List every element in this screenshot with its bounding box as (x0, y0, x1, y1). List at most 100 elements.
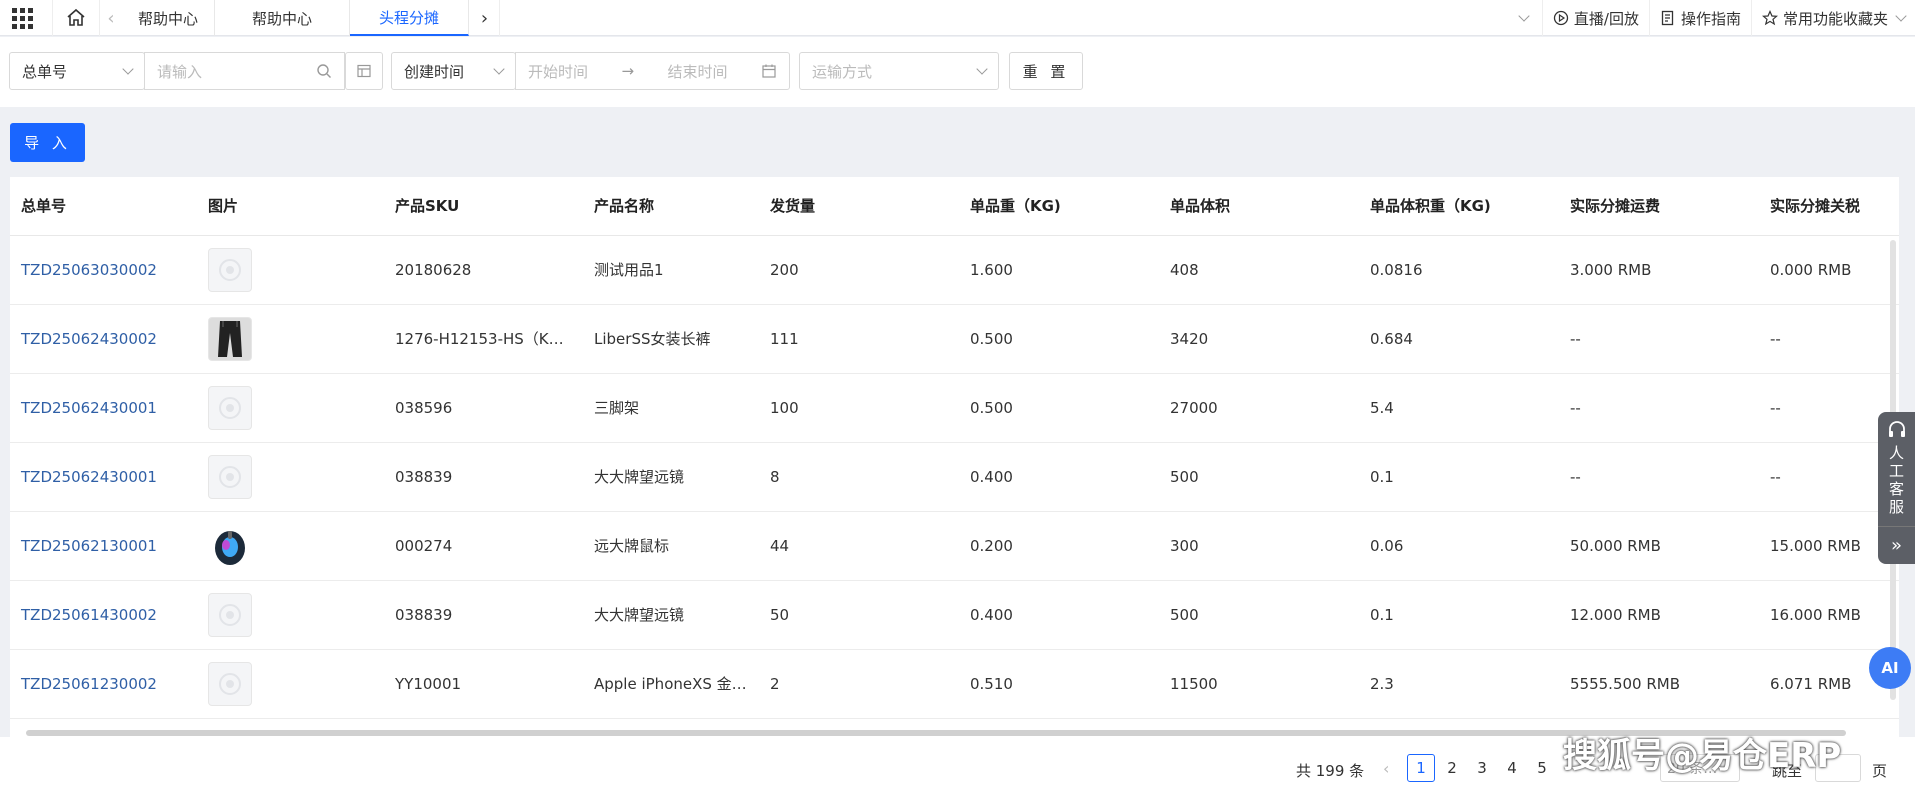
table-row[interactable]: TZD25061430002 038839 大大牌望远镜 50 0.400 500 0.1 1… (10, 580, 1899, 650)
sku-cell: 038839 (384, 442, 583, 512)
column-header-unit-volume: 单品体积 (1159, 177, 1359, 236)
tab-scroll-left-icon[interactable]: ‹ (100, 0, 122, 36)
favorites-button[interactable]: 常用功能收藏夹 (1750, 0, 1915, 36)
order-number-cell[interactable]: TZD25062430002 (10, 304, 197, 374)
date-type-value: 创建时间 (404, 62, 465, 81)
unit-volume-cell: 300 (1159, 511, 1359, 581)
service-char: 人 (1888, 444, 1904, 462)
page-button-1[interactable]: 1 (1407, 754, 1435, 782)
order-number-cell[interactable]: TZD25062430001 (10, 442, 197, 512)
image-cell[interactable] (197, 442, 384, 512)
reset-button[interactable]: 重 置 (1009, 52, 1083, 90)
search-field-select[interactable]: 总单号 (9, 52, 145, 90)
order-number-cell[interactable]: TZD25062430001 (10, 373, 197, 443)
live-replay-label: 直播/回放 (1573, 9, 1639, 28)
image-placeholder-icon[interactable] (208, 661, 252, 706)
unit-weight-cell: 0.400 (959, 442, 1159, 512)
column-header-allocated-tax: 实际分摊关税 (1759, 177, 1899, 236)
image-cell[interactable] (197, 235, 384, 305)
page-button-3[interactable]: 3 (1468, 754, 1496, 782)
search-icon[interactable] (316, 63, 332, 79)
quantity-cell: 44 (759, 511, 959, 581)
product-thumbnail-pants[interactable] (208, 316, 252, 361)
allocated-tax-cell: 16.000 RMB (1759, 580, 1899, 650)
top-right-actions: 直播/回放 操作指南 常用功能收藏夹 (1506, 0, 1915, 36)
allocated-freight-cell: 50.000 RMB (1559, 511, 1759, 581)
pants-image (218, 320, 242, 357)
total-count: 共 199 条 (1296, 762, 1365, 780)
chevron-down-icon (122, 63, 134, 75)
table-row[interactable]: TZD25062130001 000274 远大牌鼠标 44 0.200 300 0.06 5… (10, 511, 1899, 581)
headset-icon (1888, 421, 1905, 437)
image-placeholder-icon[interactable] (208, 385, 252, 430)
product-name-cell: 大大牌望远镜 (583, 580, 759, 650)
date-range-picker[interactable]: 开始时间 → 结束时间 (515, 52, 790, 90)
volume-weight-cell: 0.0816 (1359, 235, 1559, 305)
unit-volume-cell: 500 (1159, 580, 1359, 650)
play-circle-icon (1553, 10, 1569, 26)
page-button-4[interactable]: 4 (1498, 754, 1526, 782)
home-icon[interactable] (52, 0, 100, 36)
image-cell[interactable] (197, 580, 384, 650)
tab-first-leg-allocation[interactable]: 头程分摊 (350, 0, 469, 36)
top-navigation: ‹ 帮助中心 帮助中心 头程分摊 › 直播/回放 操作指南 常用功能收藏夹 (0, 0, 1915, 36)
apps-grid-icon[interactable] (10, 6, 34, 30)
page-button-5[interactable]: 5 (1528, 754, 1556, 782)
table-row[interactable]: TZD25062430001 038839 大大牌望远镜 8 0.400 500 0.1 --… (10, 442, 1899, 512)
quantity-cell: 2 (759, 649, 959, 719)
volume-weight-cell: 0.684 (1359, 304, 1559, 374)
image-cell[interactable] (197, 649, 384, 719)
unit-weight-cell: 1.600 (959, 235, 1159, 305)
tab-help-center-2[interactable]: 帮助中心 (215, 0, 350, 36)
order-number-cell[interactable]: TZD25063030002 (10, 235, 197, 305)
allocated-freight-cell: -- (1559, 373, 1759, 443)
live-replay-button[interactable]: 直播/回放 (1541, 0, 1649, 36)
collapse-double-chevron-icon[interactable]: » (1878, 526, 1915, 564)
tab-list-dropdown[interactable] (1506, 0, 1542, 36)
placeholder-ring (219, 672, 241, 695)
image-placeholder-icon[interactable] (208, 454, 252, 499)
date-type-select[interactable]: 创建时间 (391, 52, 516, 90)
shipping-method-select[interactable]: 运输方式 (799, 52, 999, 90)
tab-help-center-1[interactable]: 帮助中心 (122, 0, 215, 36)
placeholder-ring (219, 465, 241, 488)
image-placeholder-icon[interactable] (208, 247, 252, 292)
operation-guide-button[interactable]: 操作指南 (1648, 0, 1751, 36)
quantity-cell: 50 (759, 580, 959, 650)
placeholder-ring (219, 603, 241, 626)
sku-cell: YY10001 (384, 649, 583, 719)
table-row[interactable]: TZD25062430001 038596 三脚架 100 0.500 27000 5.4-… (10, 373, 1899, 443)
table-row[interactable]: TZD25063030002 20180628 测试用品1 200 1.600 408 0.… (10, 235, 1899, 305)
image-cell[interactable] (197, 511, 384, 581)
tab-scroll-right-icon[interactable]: › (470, 0, 500, 36)
previous-page-icon[interactable]: ‹ (1383, 759, 1389, 778)
import-button[interactable]: 导 入 (10, 123, 85, 162)
allocated-freight-cell: 12.000 RMB (1559, 580, 1759, 650)
table-row[interactable]: TZD25061230002 YY10001 Apple iPhoneXS 金… 2 0… (10, 649, 1899, 719)
table-row[interactable]: TZD25062430002 1276-H12153-HS（K… LiberSS女装… (10, 304, 1899, 374)
mouse-image (215, 530, 245, 565)
ai-assistant-button[interactable]: AI (1869, 647, 1911, 689)
document-edit-icon (1661, 10, 1674, 26)
sku-cell: 000274 (384, 511, 583, 581)
order-number-cell[interactable]: TZD25061430002 (10, 580, 197, 650)
page-button-2[interactable]: 2 (1438, 754, 1466, 782)
image-cell[interactable] (197, 373, 384, 443)
sku-cell: 1276-H12153-HS（K… (384, 304, 583, 374)
volume-weight-cell: 0.1 (1359, 442, 1559, 512)
star-icon (1761, 10, 1778, 26)
product-thumbnail-mouse[interactable] (208, 523, 252, 568)
image-cell[interactable] (197, 304, 384, 374)
shipping-method-placeholder: 运输方式 (812, 62, 873, 81)
table-list-icon (357, 64, 371, 78)
image-placeholder-icon[interactable] (208, 592, 252, 637)
allocated-freight-cell: -- (1559, 304, 1759, 374)
order-number-cell[interactable]: TZD25062130001 (10, 511, 197, 581)
customer-service-panel[interactable]: 人 工 客 服 » (1878, 412, 1915, 564)
product-name-cell: Apple iPhoneXS 金… (583, 649, 759, 719)
search-input[interactable]: 请输入 (144, 52, 345, 90)
chevron-down-icon (976, 63, 988, 75)
order-number-cell[interactable]: TZD25061230002 (10, 649, 197, 719)
batch-search-button[interactable] (345, 52, 383, 90)
placeholder-ring (219, 396, 241, 419)
